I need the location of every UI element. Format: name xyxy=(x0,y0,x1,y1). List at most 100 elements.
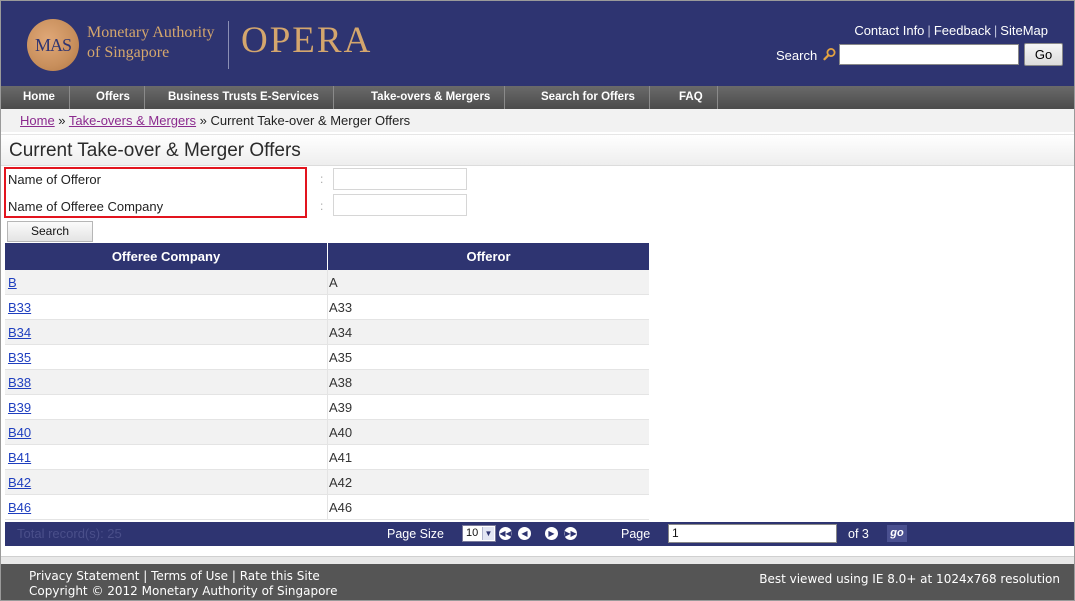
best-viewed-text: Best viewed using IE 8.0+ at 1024x768 re… xyxy=(759,572,1060,586)
mas-logo[interactable]: MAS xyxy=(27,19,79,71)
link-separator: | xyxy=(993,23,998,38)
app-title: OPERA xyxy=(241,20,373,61)
table-row: B39 A39 xyxy=(5,395,649,420)
footer-left: Privacy Statement | Terms of Use | Rate … xyxy=(29,569,337,599)
magnifier-icon xyxy=(823,48,836,61)
offeror-cell: A34 xyxy=(329,325,353,340)
search-label: Search xyxy=(776,48,818,63)
offeror-cell: A42 xyxy=(329,475,353,490)
search-button[interactable]: Search xyxy=(7,221,93,242)
next-page-icon[interactable]: ▶ xyxy=(545,527,558,540)
offeror-cell: A33 xyxy=(329,300,353,315)
previous-page-icon[interactable]: ◀ xyxy=(518,527,531,540)
page-number-input[interactable]: 1 xyxy=(668,524,837,543)
breadcrumb-home-link[interactable]: Home xyxy=(20,113,55,128)
table-row: B34 A34 xyxy=(5,320,649,345)
sitemap-link[interactable]: SiteMap xyxy=(1000,23,1048,38)
offeree-company-link[interactable]: B46 xyxy=(8,495,31,520)
cell-divider xyxy=(327,295,328,320)
main-nav: Home Offers Business Trusts E-Services T… xyxy=(1,86,1074,109)
cell-divider xyxy=(327,270,328,295)
offeror-cell: A39 xyxy=(329,400,353,415)
offeree-company-link[interactable]: B39 xyxy=(8,395,31,420)
offeror-cell: A35 xyxy=(329,350,353,365)
nav-item-search-offers[interactable]: Search for Offers xyxy=(527,86,650,109)
breadcrumb-current: Current Take-over & Merger Offers xyxy=(210,113,411,128)
contact-info-link[interactable]: Contact Info xyxy=(854,23,924,38)
form-colon: : xyxy=(320,199,324,213)
link-separator: | xyxy=(927,23,931,38)
cell-divider xyxy=(327,470,328,495)
cell-divider xyxy=(327,395,328,420)
cell-divider xyxy=(327,495,328,520)
breadcrumb-separator: » xyxy=(54,113,69,128)
column-header-offeree-company[interactable]: Offeree Company xyxy=(5,243,327,270)
nav-item-home[interactable]: Home xyxy=(9,86,70,109)
copyright-text: Copyright © 2012 Monetary Authority of S… xyxy=(29,584,338,598)
table-row: B41 A41 xyxy=(5,445,649,470)
table-row: B42 A42 xyxy=(5,470,649,495)
table-row: B40 A40 xyxy=(5,420,649,445)
top-links: Contact Info | Feedback | SiteMap xyxy=(854,23,1048,38)
offeree-company-link[interactable]: B38 xyxy=(8,370,31,395)
table-row: BA xyxy=(5,270,649,295)
table-row: B46 A46 xyxy=(5,495,649,520)
cell-divider xyxy=(327,320,328,345)
column-header-offeror[interactable]: Offeror xyxy=(328,243,649,270)
offeree-company-link[interactable]: B33 xyxy=(8,295,31,320)
site-search-go-button[interactable]: Go xyxy=(1024,43,1063,66)
org-name-line1: Monetary Authority xyxy=(87,24,215,41)
cell-divider xyxy=(327,420,328,445)
org-name: Monetary Authority of Singapore xyxy=(87,23,215,63)
offeror-cell: A41 xyxy=(329,450,353,465)
offeree-name-input[interactable] xyxy=(333,194,467,216)
table-row: B35 A35 xyxy=(5,345,649,370)
offeree-company-link[interactable]: B42 xyxy=(8,470,31,495)
offeree-company-link[interactable]: B35 xyxy=(8,345,31,370)
chevron-down-icon: ▼ xyxy=(482,527,494,540)
page-label: Page xyxy=(621,527,651,541)
cell-divider xyxy=(327,370,328,395)
site-footer: Privacy Statement | Terms of Use | Rate … xyxy=(1,564,1074,600)
cell-divider xyxy=(327,445,328,470)
org-name-line2: of Singapore xyxy=(87,44,170,61)
offeror-cell: A40 xyxy=(329,425,353,440)
breadcrumb: Home » Take-overs & Mergers » Current Ta… xyxy=(1,109,1074,132)
nav-item-takeovers-mergers[interactable]: Take-overs & Mergers xyxy=(357,86,506,109)
page-size-value: 10 xyxy=(466,527,479,539)
breadcrumb-takeovers-link[interactable]: Take-overs & Mergers xyxy=(69,113,196,128)
offeror-cell: A46 xyxy=(329,500,353,515)
footer-links[interactable]: Privacy Statement | Terms of Use | Rate … xyxy=(29,569,337,584)
highlight-box xyxy=(4,167,307,218)
offeree-company-link[interactable]: B40 xyxy=(8,420,31,445)
total-records: Total record(s): 25 xyxy=(17,526,122,541)
nav-item-business-trusts[interactable]: Business Trusts E-Services xyxy=(154,86,334,109)
page-title-bar: Current Take-over & Merger Offers xyxy=(1,134,1074,166)
offeree-company-link[interactable]: B34 xyxy=(8,320,31,345)
offeree-company-link[interactable]: B xyxy=(8,270,17,295)
offeror-cell: A38 xyxy=(329,375,353,390)
page-title: Current Take-over & Merger Offers xyxy=(9,140,301,161)
offeror-name-input[interactable] xyxy=(333,168,467,190)
page-size-label: Page Size xyxy=(387,527,444,541)
first-page-icon[interactable]: ◀◀ xyxy=(499,527,512,540)
nav-item-faq[interactable]: FAQ xyxy=(665,86,718,109)
site-header: MAS Monetary Authority of Singapore OPER… xyxy=(1,1,1074,86)
form-colon: : xyxy=(320,172,324,186)
offeree-company-link[interactable]: B41 xyxy=(8,445,31,470)
cell-divider xyxy=(327,345,328,370)
page-go-button[interactable]: go xyxy=(887,525,907,542)
feedback-link[interactable]: Feedback xyxy=(934,23,991,38)
table-pager: Total record(s): 25 Page Size 10 ▼ ◀◀ ◀ … xyxy=(5,522,1074,546)
page-size-select[interactable]: 10 ▼ xyxy=(462,525,496,542)
footer-separator xyxy=(1,556,1074,564)
nav-item-offers[interactable]: Offers xyxy=(82,86,145,109)
site-search-input[interactable] xyxy=(839,44,1019,65)
header-divider xyxy=(228,21,229,69)
table-row: B38 A38 xyxy=(5,370,649,395)
page-count: of 3 xyxy=(848,527,869,541)
breadcrumb-separator: » xyxy=(196,113,211,128)
last-page-icon[interactable]: ▶▶ xyxy=(564,527,577,540)
offeror-cell: A xyxy=(329,275,338,290)
table-row: B33 A33 xyxy=(5,295,649,320)
